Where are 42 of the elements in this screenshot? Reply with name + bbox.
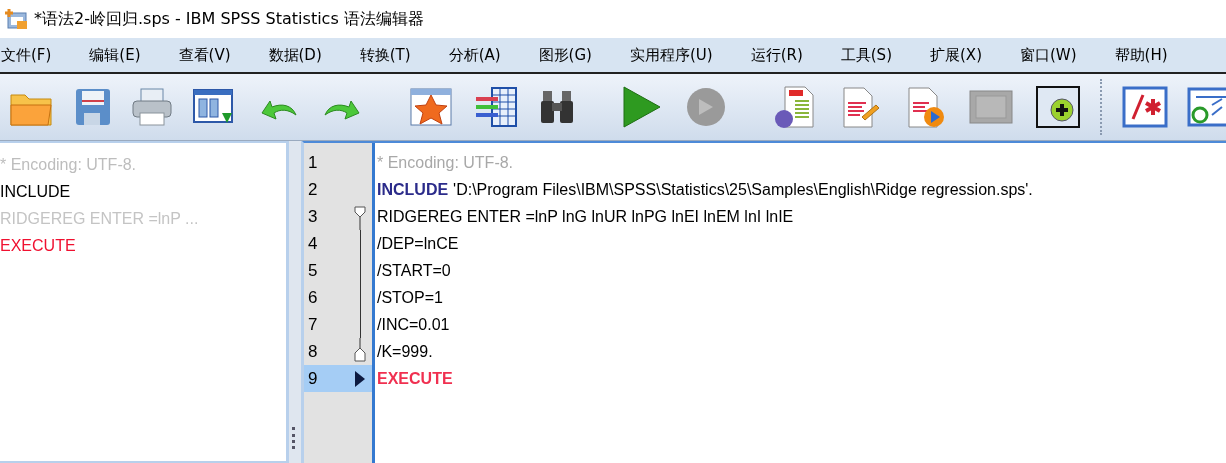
comment-icon[interactable] <box>1121 85 1169 129</box>
outline-item[interactable]: EXECUTE <box>0 232 286 259</box>
menu-item[interactable]: 帮助(H) <box>1113 45 1177 65</box>
current-line-arrow-icon <box>355 370 365 387</box>
line-number: 5 <box>307 260 319 281</box>
code-line: /INC=0.01 <box>377 315 451 335</box>
line-number: 3 <box>307 206 319 227</box>
code-line: /STOP=1 <box>377 288 444 308</box>
splitter-grip-icon[interactable] <box>292 427 298 449</box>
menu-item[interactable]: 转换(T) <box>358 45 420 65</box>
window-title: *语法2-岭回归.sps - IBM SPSS Statistics 语法编辑器 <box>34 8 424 30</box>
line-number: 6 <box>307 287 319 308</box>
menu-item[interactable]: 扩展(X) <box>929 45 991 65</box>
wrap-icon[interactable] <box>1186 85 1226 129</box>
code-line: EXECUTE <box>377 369 454 389</box>
menu-item[interactable]: 文件(F) <box>0 45 61 65</box>
menu-item[interactable]: 查看(V) <box>177 45 240 65</box>
fold-end-icon[interactable] <box>354 338 366 365</box>
menu-item[interactable]: 窗口(W) <box>1019 45 1086 65</box>
line-number: 9 <box>307 368 319 389</box>
line-number: 1 <box>307 152 319 173</box>
menu-item[interactable]: 运行(R) <box>749 45 812 65</box>
line-number: 8 <box>307 341 319 362</box>
code-line: * Encoding: UTF-8. <box>377 153 515 173</box>
code-line: /DEP=lnCE <box>377 234 460 254</box>
fold-start-icon[interactable] <box>354 203 366 230</box>
code-line: RIDGEREG ENTER =lnP lnG lnUR lnPG lnEI lnEM lnI lnIE <box>377 207 795 227</box>
menu-item[interactable]: 编辑(E) <box>88 45 150 65</box>
menu-item[interactable]: 实用程序(U) <box>628 45 722 65</box>
code-line: /START=0 <box>377 261 452 281</box>
printer-icon[interactable] <box>130 85 174 129</box>
outline-item[interactable]: INCLUDE <box>0 178 286 205</box>
menu-item[interactable]: 图形(G) <box>537 45 601 65</box>
app-icon <box>4 8 28 30</box>
line-number: 2 <box>307 179 319 200</box>
line-number: 7 <box>307 314 319 335</box>
menu-item[interactable]: 数据(D) <box>267 45 331 65</box>
code-line: /K=999. <box>377 342 434 362</box>
menu-item[interactable]: 分析(A) <box>447 45 510 65</box>
code-line: INCLUDE 'D:\Program Files\IBM\SPSS\Statistics\25\Samples\English\Ridge regression.sps'. <box>377 180 1034 200</box>
line-number: 4 <box>307 233 319 254</box>
menu-item[interactable]: 工具(S) <box>839 45 901 65</box>
